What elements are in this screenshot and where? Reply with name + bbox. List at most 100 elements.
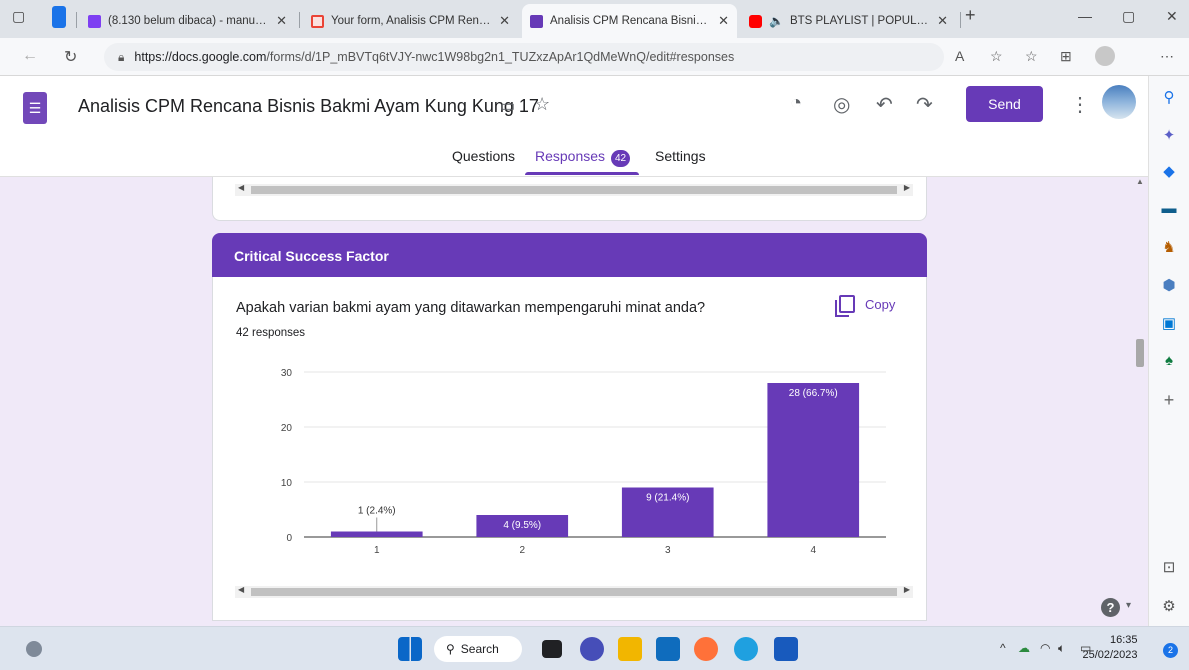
tab-separator xyxy=(76,12,77,28)
chat-icon[interactable] xyxy=(580,637,604,661)
split-screen-icon[interactable]: ⊡ xyxy=(1159,558,1179,576)
data-label: 28 (66.7%) xyxy=(789,388,838,399)
more-icon[interactable]: ⋯ xyxy=(1160,48,1174,65)
speaker-icon[interactable]: 🔈 xyxy=(769,14,784,28)
palette-icon[interactable]: ◔ xyxy=(790,92,802,115)
chevron-down-icon[interactable]: ▾ xyxy=(1126,600,1131,611)
redo-icon[interactable]: ↷ xyxy=(916,92,933,117)
task-view-icon[interactable] xyxy=(542,640,562,658)
data-label: 4 (9.5%) xyxy=(503,520,541,531)
help-icon[interactable]: ? xyxy=(1101,598,1120,617)
close-icon[interactable]: ✕ xyxy=(718,13,729,29)
word-icon[interactable] xyxy=(774,637,798,661)
horizontal-scrollbar[interactable]: ◀ ▶ xyxy=(235,183,913,196)
scroll-left-icon[interactable]: ◀ xyxy=(238,183,244,192)
form-title[interactable]: Analisis CPM Rencana Bisnis Bakmi Ayam K… xyxy=(78,96,539,117)
maximize-icon[interactable]: ▢ xyxy=(1122,8,1135,25)
taskbar-search[interactable]: ⚲ Search xyxy=(434,636,522,662)
send-button[interactable]: Send xyxy=(966,86,1043,122)
edge-sidebar: ⚲ ✦ ◆ ▬ ♞ ⬢ ▣ ♠ + ⊡ ⚙ xyxy=(1148,76,1189,636)
page-vertical-scrollbar[interactable]: ▲ xyxy=(1131,177,1148,621)
x-tick-label: 2 xyxy=(519,545,525,556)
clock[interactable]: 16:35 25/02/2023 xyxy=(1082,633,1138,663)
scroll-right-icon[interactable]: ▶ xyxy=(904,585,910,594)
undo-icon[interactable]: ↶ xyxy=(876,92,893,117)
profile-icon[interactable] xyxy=(1095,46,1115,66)
onedrive-icon[interactable]: ☁ xyxy=(1018,641,1030,655)
close-icon[interactable]: ✕ xyxy=(937,13,948,29)
shopping-tag-icon[interactable]: ◆ xyxy=(1159,162,1179,180)
tab-questions[interactable]: Questions xyxy=(452,148,515,164)
close-icon[interactable]: ✕ xyxy=(499,13,510,29)
x-tick-label: 1 xyxy=(374,545,380,556)
search-icon[interactable]: ⚲ xyxy=(1159,88,1179,106)
new-tab-button[interactable]: + xyxy=(965,5,976,26)
read-aloud-icon[interactable]: A xyxy=(955,48,964,64)
mail-icon xyxy=(88,14,101,28)
wifi-icon[interactable]: ◠ xyxy=(1040,641,1050,655)
tab-bts-playlist[interactable]: 🔈 BTS PLAYLIST | POPULAR CC ✕ xyxy=(741,4,956,38)
scrollbar-thumb[interactable] xyxy=(1136,339,1144,367)
favorites-icon[interactable]: ☆ xyxy=(1025,48,1038,65)
folder-icon[interactable]: ▭ xyxy=(500,96,515,116)
copy-chart-button[interactable]: Copy xyxy=(835,295,896,317)
tab-responses[interactable]: Responses 42 xyxy=(535,148,631,167)
section-header: Critical Success Factor xyxy=(212,233,927,277)
tab-title: Analisis CPM Rencana Bisnis Bakr xyxy=(550,15,713,27)
outlook-icon[interactable]: ▣ xyxy=(1159,314,1179,332)
taskbar-search-label: Search xyxy=(460,642,499,656)
previous-question-card: ◀ ▶ xyxy=(212,177,927,221)
office-icon[interactable]: ⬢ xyxy=(1159,276,1179,294)
back-icon[interactable]: ← xyxy=(22,47,38,65)
tab-analisis-form[interactable]: Analisis CPM Rencana Bisnis Bakr ✕ xyxy=(522,4,737,38)
edge-icon[interactable] xyxy=(734,637,758,661)
notification-badge[interactable]: 2 xyxy=(1163,643,1178,658)
y-tick-label: 20 xyxy=(281,423,293,434)
drop-icon[interactable]: ♠ xyxy=(1159,352,1179,369)
gmail-icon xyxy=(311,14,324,28)
scroll-left-icon[interactable]: ◀ xyxy=(238,585,244,594)
favorite-star-icon[interactable]: ☆ xyxy=(990,48,1003,65)
workspaces-icon[interactable] xyxy=(52,6,66,28)
firefox-icon[interactable] xyxy=(694,637,718,661)
chart-horizontal-scrollbar[interactable]: ◀ ▶ xyxy=(235,585,913,598)
windows-start-icon[interactable] xyxy=(398,637,422,661)
file-explorer-icon[interactable] xyxy=(618,637,642,661)
mail-app-icon[interactable] xyxy=(656,637,680,661)
data-label: 9 (21.4%) xyxy=(646,493,689,504)
tab-actions-icon[interactable]: ▢ xyxy=(12,8,25,25)
tab-title: (8.130 belum dibaca) - manuelas xyxy=(108,15,271,27)
tab-your-form[interactable]: Your form, Analisis CPM Rencana ✕ xyxy=(303,4,518,38)
collections-icon[interactable]: ⊞ xyxy=(1060,48,1072,65)
scrollbar-thumb[interactable] xyxy=(251,588,897,596)
clock-time: 16:35 xyxy=(1110,634,1138,646)
scrollbar-thumb[interactable] xyxy=(251,186,897,194)
games-icon[interactable]: ♞ xyxy=(1159,238,1179,256)
x-tick-label: 3 xyxy=(665,545,671,556)
add-icon[interactable]: + xyxy=(1159,390,1179,411)
more-vert-icon[interactable]: ⋮ xyxy=(1070,92,1090,117)
close-window-icon[interactable]: ✕ xyxy=(1166,8,1178,25)
settings-gear-icon[interactable]: ⚙ xyxy=(1159,597,1179,615)
tab-settings[interactable]: Settings xyxy=(655,148,706,164)
bar xyxy=(767,383,860,537)
copilot-icon[interactable]: ✦ xyxy=(1159,126,1179,144)
scroll-up-icon[interactable]: ▲ xyxy=(1136,177,1144,186)
scroll-right-icon[interactable]: ▶ xyxy=(904,183,910,192)
copy-label: Copy xyxy=(865,296,896,312)
preview-eye-icon[interactable]: ◎ xyxy=(833,92,850,117)
forms-logo-icon[interactable]: ☰ xyxy=(23,92,47,124)
responses-count: 42 responses xyxy=(236,327,306,339)
volume-icon[interactable]: 🔈︎ xyxy=(1058,641,1065,656)
chevron-up-icon[interactable]: ^ xyxy=(1000,641,1006,655)
tab-mail[interactable]: (8.130 belum dibaca) - manuelas ✕ xyxy=(80,4,295,38)
bar xyxy=(330,531,423,537)
avatar[interactable] xyxy=(1102,85,1136,119)
star-icon[interactable]: ☆ xyxy=(534,94,550,115)
weather-icon[interactable] xyxy=(26,641,42,657)
address-bar[interactable]: 🔒︎ https://docs.google.com /forms/d/1P_m… xyxy=(104,43,944,71)
refresh-icon[interactable]: ↻ xyxy=(64,47,77,67)
tools-icon[interactable]: ▬ xyxy=(1159,200,1179,217)
minimize-icon[interactable]: — xyxy=(1078,8,1092,24)
close-icon[interactable]: ✕ xyxy=(276,13,287,29)
